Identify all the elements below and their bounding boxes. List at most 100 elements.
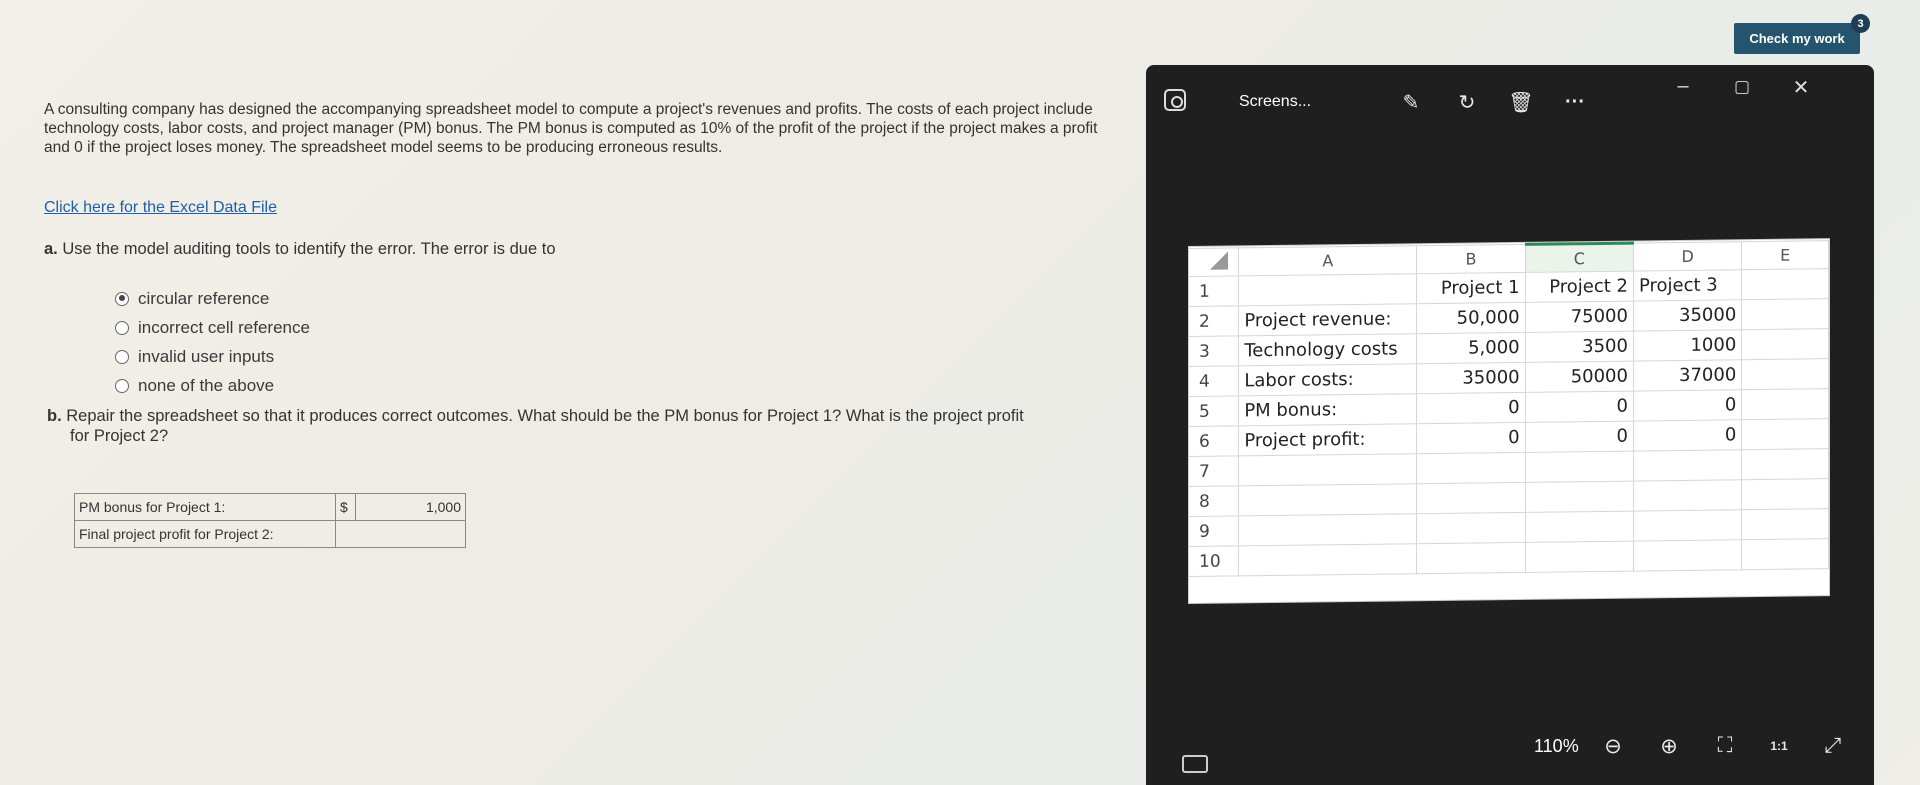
cell-b xyxy=(1416,482,1526,514)
keyboard-icon[interactable] xyxy=(1182,755,1208,773)
viewer-titlebar: Screens... ✎ ↻ 🗑 ··· – ▢ ✕ xyxy=(1146,65,1874,145)
excel-data-file-link[interactable]: Click here for the Excel Data File xyxy=(44,199,277,217)
pm-bonus-input[interactable]: 1,000 xyxy=(355,493,466,521)
part-a-prompt: a. Use the model auditing tools to ident… xyxy=(44,240,556,259)
cell-e xyxy=(1741,478,1829,510)
cell-d: 0 xyxy=(1633,389,1742,422)
cell-a: Labor costs: xyxy=(1238,363,1417,396)
cell-c xyxy=(1525,541,1634,573)
part-b-letter: b. xyxy=(47,407,62,425)
cell-e xyxy=(1741,448,1829,480)
option-label: invalid user inputs xyxy=(138,346,275,366)
column-header-b: B xyxy=(1416,244,1526,274)
cell-e xyxy=(1741,268,1829,300)
radio-button[interactable] xyxy=(115,320,129,335)
cell-b: 50,000 xyxy=(1416,302,1526,334)
answer-table: PM bonus for Project 1: $ 1,000 Final pr… xyxy=(74,493,466,548)
cell-c: 75000 xyxy=(1525,301,1634,333)
cell-b xyxy=(1416,452,1526,484)
cell-b xyxy=(1416,542,1526,574)
cell-a xyxy=(1238,273,1417,306)
maximize-icon[interactable]: ▢ xyxy=(1727,77,1757,97)
cell-a xyxy=(1238,483,1417,516)
part-b-prompt: b. Repair the spreadsheet so that it pro… xyxy=(47,406,1127,446)
edit-icon[interactable]: ✎ xyxy=(1398,89,1424,115)
zoom-level: 110% xyxy=(1534,736,1579,756)
cell-d: 35000 xyxy=(1633,299,1742,332)
corner-triangle-icon xyxy=(1210,251,1229,270)
option-label: circular reference xyxy=(138,288,270,308)
column-header-a: A xyxy=(1238,245,1417,276)
cell-a: Technology costs xyxy=(1238,333,1417,366)
cell-e xyxy=(1741,328,1829,360)
screenshot-viewer-window: Screens... ✎ ↻ 🗑 ··· – ▢ ✕ A B C D E 1 P… xyxy=(1146,65,1874,785)
option-label: none of the above xyxy=(138,375,275,395)
project-profit-input[interactable] xyxy=(335,520,466,548)
spreadsheet-grid: A B C D E 1 Project 1 Project 2 Project … xyxy=(1189,239,1829,577)
zoom-in-icon[interactable]: ⊕ xyxy=(1654,731,1684,761)
radio-button[interactable] xyxy=(115,378,129,393)
cell-b: 35000 xyxy=(1416,362,1526,394)
cell-b: 0 xyxy=(1416,392,1526,424)
cell-c: Project 2 xyxy=(1525,271,1634,303)
more-icon[interactable]: ··· xyxy=(1562,89,1588,115)
answer-row: Final project profit for Project 2: xyxy=(74,520,466,548)
radio-button[interactable] xyxy=(115,349,129,364)
question-intro: A consulting company has designed the ac… xyxy=(44,101,1098,156)
cell-e xyxy=(1741,538,1829,570)
cell-d: Project 3 xyxy=(1633,269,1742,302)
row-number: 1 xyxy=(1189,275,1239,307)
fit-to-window-icon[interactable]: ⛶ xyxy=(1710,731,1740,761)
row-number: 6 xyxy=(1189,425,1239,457)
check-my-work-button[interactable]: Check my work xyxy=(1734,23,1860,54)
cell-c: 0 xyxy=(1525,421,1634,453)
cell-c: 3500 xyxy=(1525,331,1634,363)
cell-a: Project profit: xyxy=(1238,423,1417,456)
spreadsheet-image: A B C D E 1 Project 1 Project 2 Project … xyxy=(1189,239,1829,603)
radio-button-selected[interactable] xyxy=(115,291,129,306)
expand-icon[interactable]: ⤢ xyxy=(1818,731,1848,761)
option-invalid-user-inputs[interactable]: invalid user inputs xyxy=(115,342,310,371)
answer-label: Final project profit for Project 2: xyxy=(74,520,336,548)
cell-a: PM bonus: xyxy=(1238,393,1417,426)
row-number: 8 xyxy=(1189,485,1239,517)
cell-d xyxy=(1633,479,1742,512)
actual-size-icon[interactable]: 1:1 xyxy=(1764,731,1794,761)
cell-a xyxy=(1238,453,1417,486)
cell-d xyxy=(1633,449,1742,482)
minimize-icon[interactable]: – xyxy=(1668,75,1698,98)
option-none-of-the-above[interactable]: none of the above xyxy=(115,371,310,400)
cell-b: 0 xyxy=(1416,422,1526,454)
option-circular-reference[interactable]: circular reference xyxy=(115,284,310,313)
part-b-line1: Repair the spreadsheet so that it produc… xyxy=(66,407,1024,425)
answer-row: PM bonus for Project 1: $ 1,000 xyxy=(74,493,466,521)
cell-c: 50000 xyxy=(1525,361,1634,393)
option-incorrect-cell-reference[interactable]: incorrect cell reference xyxy=(115,313,310,342)
row-number: 2 xyxy=(1189,305,1239,337)
cell-c xyxy=(1525,511,1634,543)
delete-icon[interactable]: 🗑 xyxy=(1508,89,1534,115)
cell-e xyxy=(1741,418,1829,450)
snipping-tool-icon xyxy=(1164,89,1186,111)
answer-label: PM bonus for Project 1: xyxy=(74,493,336,521)
column-header-e: E xyxy=(1741,240,1829,270)
cell-d: 1000 xyxy=(1633,329,1742,362)
rotate-icon[interactable]: ↻ xyxy=(1454,89,1480,115)
cell-c: 0 xyxy=(1525,391,1634,423)
cell-e xyxy=(1741,298,1829,330)
cell-d xyxy=(1633,539,1742,572)
currency-symbol: $ xyxy=(335,493,356,521)
row-number: 9 xyxy=(1189,515,1239,547)
column-header-c: C xyxy=(1525,243,1634,273)
viewer-title: Screens... xyxy=(1239,93,1312,110)
cell-d: 0 xyxy=(1633,419,1742,452)
select-all-corner xyxy=(1189,247,1239,277)
zoom-out-icon[interactable]: ⊖ xyxy=(1598,731,1628,761)
cell-d: 37000 xyxy=(1633,359,1742,392)
close-icon[interactable]: ✕ xyxy=(1786,75,1816,100)
sheet-row: 10 xyxy=(1189,538,1829,577)
question-text: A consulting company has designed the ac… xyxy=(44,100,1124,157)
answer-options: circular reference incorrect cell refere… xyxy=(115,284,310,400)
cell-e xyxy=(1741,358,1829,390)
cell-d xyxy=(1633,509,1742,542)
